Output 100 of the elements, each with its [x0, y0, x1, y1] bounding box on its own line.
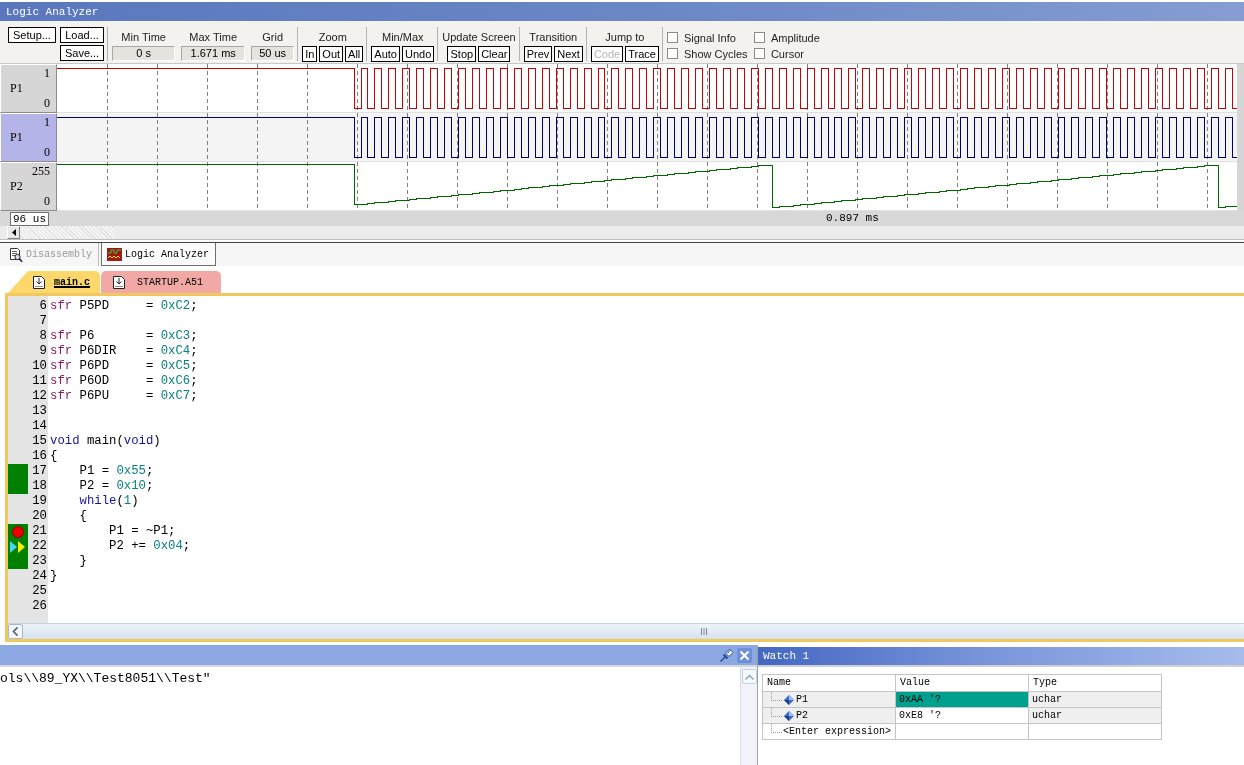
group-label: Jump to — [605, 30, 645, 44]
signal-max-value: 1 — [44, 115, 50, 130]
signal-name: P2 — [10, 179, 24, 194]
arrow-left-icon — [11, 229, 16, 236]
toolbar-button[interactable]: Auto — [371, 46, 400, 62]
code-line: P2 += 0x04; — [108, 539, 191, 554]
readout-label: Grid — [262, 30, 284, 44]
checkbox[interactable] — [666, 48, 678, 59]
code-line: sfr P6 = 0xC3; — [50, 329, 198, 344]
line-number: 17 — [31, 464, 47, 479]
breakpoint-icon[interactable] — [12, 525, 24, 538]
scroll-up-button[interactable] — [741, 669, 757, 684]
table-cell[interactable]: 0xE8 '? — [896, 708, 1029, 724]
toolbar-button[interactable]: Load... — [59, 27, 105, 43]
readout-field: 1.671 ms — [181, 46, 246, 61]
table-cell[interactable]: 0xAA '? — [896, 692, 1029, 708]
signal-name: P1 — [10, 130, 24, 145]
scroll-left-button[interactable] — [8, 624, 23, 639]
toolbar-button[interactable]: Setup... — [8, 27, 56, 43]
toolbar-button[interactable]: Save... — [59, 45, 105, 61]
waveform-icon — [107, 247, 122, 261]
group-label: Zoom — [318, 30, 347, 44]
code-line: void main(void) — [50, 434, 161, 449]
toolbar-button[interactable]: Out — [319, 46, 344, 62]
start-time-field[interactable]: 96 us — [10, 212, 49, 226]
checkbox[interactable] — [753, 32, 765, 43]
checkbox-label: Cursor — [770, 47, 804, 60]
toolbar-button[interactable]: Stop — [447, 46, 477, 62]
readout-field: 50 us — [251, 46, 295, 61]
line-number: 8 — [38, 329, 47, 344]
code-line: sfr P6DIR = 0xC4; — [50, 344, 198, 359]
line-number: 20 — [31, 509, 47, 524]
code-line: } — [78, 554, 87, 569]
toolbar-button[interactable]: Clear — [478, 46, 511, 62]
toolbar-button[interactable]: Prev — [523, 46, 553, 62]
code-line: { — [78, 509, 87, 524]
vertical-scrollbar[interactable] — [740, 667, 757, 765]
line-number: 12 — [31, 389, 47, 404]
checkbox[interactable] — [666, 32, 678, 43]
code-line: P1 = ~P1; — [108, 524, 176, 539]
variable-name: P2 — [796, 709, 808, 723]
signal-name: P1 — [10, 81, 24, 96]
line-number: 18 — [31, 479, 47, 494]
toolbar-button[interactable]: Trace — [625, 46, 659, 62]
code-line: { — [50, 449, 58, 464]
output-text: ols\\89_YX\\Test8051\\Test" — [0, 671, 211, 686]
toolbar-button[interactable]: In — [302, 46, 318, 62]
line-number: 23 — [31, 554, 47, 569]
document-icon — [33, 275, 45, 289]
line-number: 9 — [38, 344, 47, 359]
line-number: 14 — [31, 419, 47, 434]
signal-max-value: 1 — [44, 66, 50, 81]
column-header[interactable]: Type — [1029, 675, 1162, 692]
view-tab[interactable]: Logic Analyzer — [101, 243, 217, 266]
checkbox-label: Amplitude — [770, 31, 820, 44]
line-number: 13 — [31, 404, 47, 419]
file-tab[interactable]: STARTUP.A51 — [101, 271, 222, 293]
line-number: 26 — [31, 599, 47, 614]
code-line: sfr P6OD = 0xC6; — [50, 374, 198, 389]
horizontal-scrollbar[interactable] — [0, 226, 1244, 240]
line-number: 6 — [38, 299, 47, 314]
code-line: sfr P5PD = 0xC2; — [50, 299, 198, 314]
pushpin-icon[interactable] — [719, 647, 734, 663]
signal-min-value: 0 — [44, 96, 50, 111]
chevron-up-icon — [744, 673, 754, 680]
signal-min-value: 0 — [43, 194, 50, 209]
document-magnifier-icon — [9, 247, 23, 262]
file-tab[interactable]: main.c — [8, 271, 100, 293]
checkbox-label: Signal Info — [683, 31, 736, 44]
signal-header[interactable]: 1 P1 0 — [0, 113, 57, 162]
checkbox-label: Show Cycles — [683, 47, 748, 60]
signal-min-value: 0 — [44, 145, 50, 160]
group-label: Min/Max — [382, 30, 424, 44]
panel-title: Watch 1 — [763, 650, 810, 662]
cursor-time-label: 0.897 ms — [826, 212, 879, 225]
table-cell: uchar — [1029, 692, 1162, 708]
horizontal-scrollbar[interactable] — [8, 623, 1244, 639]
line-number: 10 — [31, 359, 47, 374]
code-line: while(1) — [78, 494, 139, 509]
line-number: 15 — [31, 434, 47, 449]
group-label: Transition — [529, 30, 578, 44]
column-header[interactable]: Value — [896, 675, 1029, 692]
signal-header[interactable]: 255 P2 0 — [0, 162, 57, 211]
readout-field: 0 s — [112, 46, 176, 61]
toolbar-button[interactable]: Undo — [401, 46, 435, 62]
expression-input[interactable]: <Enter expression> — [783, 726, 895, 737]
chevron-left-icon — [12, 627, 19, 636]
column-header[interactable]: Name — [763, 675, 896, 692]
toolbar-button[interactable]: All — [345, 46, 364, 62]
checkbox[interactable] — [753, 48, 765, 59]
scrollbar-thumb[interactable] — [20, 226, 115, 239]
table-cell: uchar — [1029, 708, 1162, 724]
signal-max-value: 255 — [32, 164, 50, 179]
signal-header[interactable]: 1 P1 0 — [0, 64, 57, 113]
code-line: P2 = 0x10; — [78, 479, 154, 494]
line-number: 24 — [31, 569, 47, 584]
toolbar-button[interactable]: Next — [554, 46, 583, 62]
code-line: P1 = 0x55; — [78, 464, 154, 479]
line-number: 19 — [31, 494, 47, 509]
line-number: 7 — [38, 314, 47, 329]
